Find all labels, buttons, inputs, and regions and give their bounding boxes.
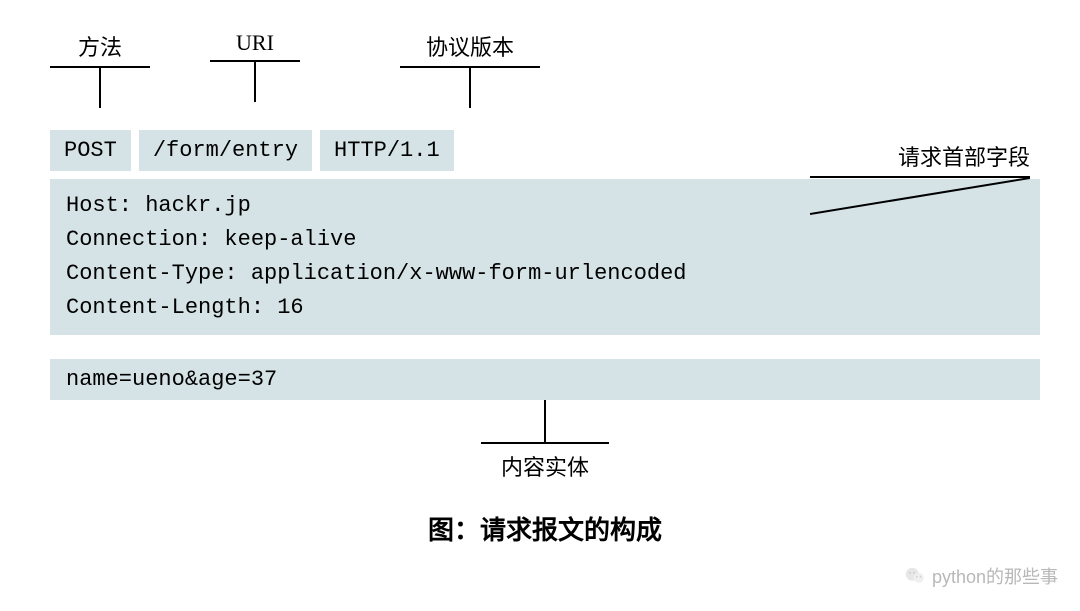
diagram-container: 方法 URI 协议版本 POST /form/entry HTTP/1.1 请求… xyxy=(50,30,1040,547)
label-body: 内容实体 xyxy=(50,400,1040,482)
connector-line xyxy=(99,68,101,108)
wechat-icon xyxy=(904,565,926,587)
label-method-text: 方法 xyxy=(50,30,150,68)
top-labels-row: 方法 URI 协议版本 xyxy=(50,30,1040,130)
connector-line xyxy=(254,62,256,102)
cell-protocol: HTTP/1.1 xyxy=(320,130,454,171)
label-protocol-text: 协议版本 xyxy=(400,30,540,68)
label-protocol: 协议版本 xyxy=(400,30,540,108)
label-method: 方法 xyxy=(50,30,150,108)
header-line: Content-Type: application/x-www-form-url… xyxy=(66,261,687,286)
label-request-headers: 请求首部字段 xyxy=(810,140,1030,216)
label-uri-text: URI xyxy=(210,30,300,62)
label-body-text: 内容实体 xyxy=(481,442,609,482)
connector-line xyxy=(544,400,546,442)
cell-method: POST xyxy=(50,130,131,171)
label-uri: URI xyxy=(210,30,300,102)
connector-line xyxy=(469,68,471,108)
watermark: python的那些事 xyxy=(904,563,1058,589)
figure-caption: 图：请求报文的构成 xyxy=(50,510,1040,547)
header-line: Host: hackr.jp xyxy=(66,193,251,218)
header-line: Content-Length: 16 xyxy=(66,295,304,320)
watermark-text: python的那些事 xyxy=(932,563,1058,589)
connector-diagonal xyxy=(810,176,1030,216)
header-line: Connection: keep-alive xyxy=(66,227,356,252)
label-request-headers-text: 请求首部字段 xyxy=(810,140,1030,178)
body-block: name=ueno&age=37 xyxy=(50,359,1040,400)
cell-uri: /form/entry xyxy=(139,130,312,171)
